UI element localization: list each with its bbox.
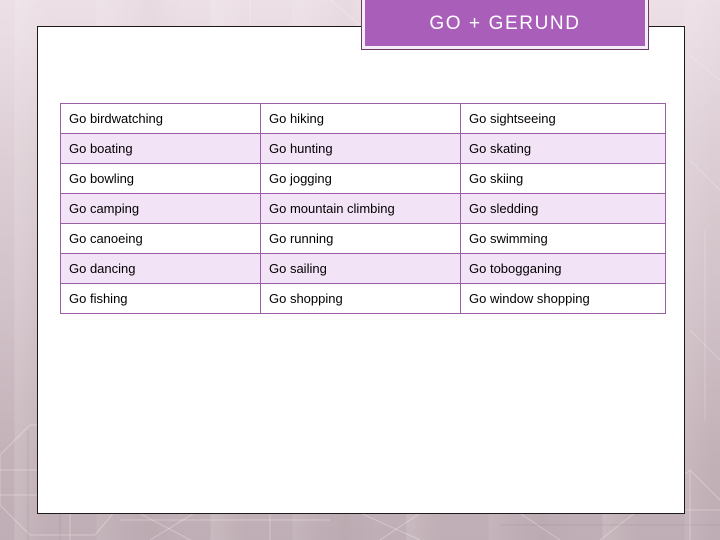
table-cell: Go skating <box>460 133 666 164</box>
table-cell: Go mountain climbing <box>260 193 461 224</box>
table-cell: Go sledding <box>460 193 666 224</box>
table-cell: Go skiing <box>460 163 666 194</box>
page-title: GO + GERUND <box>429 12 581 34</box>
table-cell: Go swimming <box>460 223 666 254</box>
table-row: Go bowling Go jogging Go skiing <box>60 163 666 194</box>
gerund-table: Go birdwatching Go hiking Go sightseeing… <box>60 103 666 314</box>
table-cell: Go birdwatching <box>60 103 261 134</box>
table-cell: Go sailing <box>260 253 461 284</box>
table-cell: Go hunting <box>260 133 461 164</box>
table-cell: Go boating <box>60 133 261 164</box>
table-cell: Go fishing <box>60 283 261 314</box>
table-cell: Go bowling <box>60 163 261 194</box>
table-cell: Go jogging <box>260 163 461 194</box>
table-cell: Go running <box>260 223 461 254</box>
table-cell: Go tobogganing <box>460 253 666 284</box>
table-cell: Go dancing <box>60 253 261 284</box>
table-row: Go birdwatching Go hiking Go sightseeing <box>60 103 666 134</box>
table-cell: Go canoeing <box>60 223 261 254</box>
table-row: Go canoeing Go running Go swimming <box>60 223 666 254</box>
table-cell: Go hiking <box>260 103 461 134</box>
table-cell: Go shopping <box>260 283 461 314</box>
gerund-table-body: Go birdwatching Go hiking Go sightseeing… <box>60 103 666 314</box>
table-row: Go dancing Go sailing Go tobogganing <box>60 253 666 284</box>
slide-title-banner: GO + GERUND <box>361 0 649 50</box>
table-row: Go boating Go hunting Go skating <box>60 133 666 164</box>
table-cell: Go window shopping <box>460 283 666 314</box>
table-row: Go camping Go mountain climbing Go sledd… <box>60 193 666 224</box>
table-cell: Go sightseeing <box>460 103 666 134</box>
table-row: Go fishing Go shopping Go window shoppin… <box>60 283 666 314</box>
table-cell: Go camping <box>60 193 261 224</box>
content-panel: Go birdwatching Go hiking Go sightseeing… <box>37 26 685 514</box>
slide-canvas: Go birdwatching Go hiking Go sightseeing… <box>0 0 720 540</box>
